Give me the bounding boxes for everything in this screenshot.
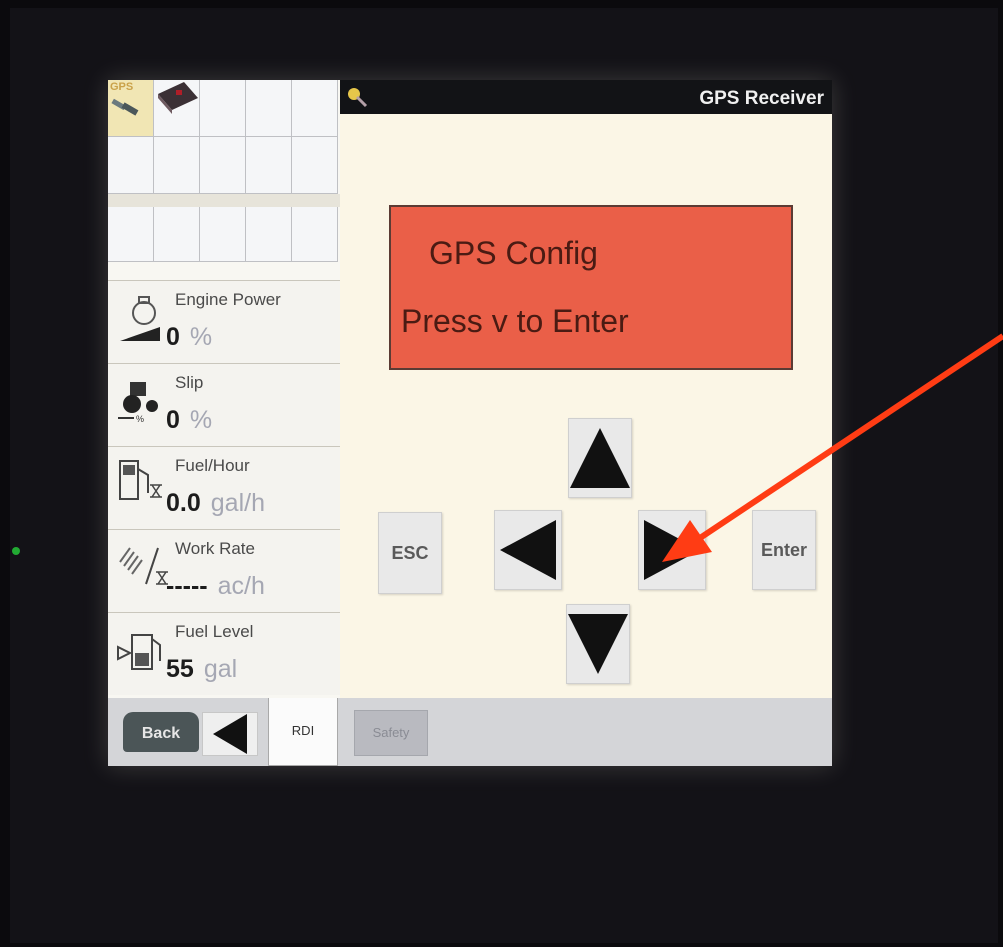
fuel-tank-icon [117,634,161,670]
book-icon[interactable] [154,80,200,137]
tab-safety[interactable]: Safety [354,710,428,756]
metric-slip[interactable]: % Slip 0% [108,363,340,446]
empty-slot[interactable] [292,137,338,194]
message-title: GPS Config [429,235,598,271]
empty-slot[interactable] [108,207,154,262]
metric-label: Fuel Level [175,622,254,641]
tab-rdi[interactable]: RDI [268,698,338,766]
svg-text:%: % [136,414,144,424]
left-panel: GPS Engine Power 0 % % Slip 0 % Fuel/Hou… [108,80,340,698]
right-arrow-button[interactable] [638,510,706,590]
metric-label: Fuel/Hour [175,456,250,475]
enter-button[interactable]: Enter [752,510,816,590]
metric-label: Engine Power [175,290,281,309]
esc-label: ESC [391,542,429,563]
esc-button[interactable]: ESC [378,512,442,594]
empty-slot[interactable] [292,207,338,262]
metric-work-rate[interactable]: Work Rate ----- ac/h [108,529,340,612]
down-arrow-icon [568,614,628,674]
empty-slot[interactable] [200,80,246,137]
metric-value: 0% [166,406,213,434]
metric-value: 0% [166,323,213,351]
up-arrow-button[interactable] [568,418,632,498]
page-title: GPS Receiver [699,88,824,109]
enter-label: Enter [760,539,807,560]
empty-slot[interactable] [108,137,154,194]
empty-slot[interactable] [200,207,246,262]
title-bar: GPS Receiver [340,80,832,114]
gps-receiver-icon[interactable]: GPS [108,80,154,137]
empty-slot[interactable] [246,137,292,194]
work-rate-icon [119,547,168,585]
right-arrow-icon [644,520,700,580]
back-button[interactable]: Back [123,712,199,752]
back-arrow-button[interactable] [202,712,258,756]
metric-value: ----- ac/h [166,572,265,600]
metric-value: 0.0 gal/h [166,489,265,517]
empty-slot[interactable] [292,80,338,137]
main-panel: GPS Receiver GPS Config Press v to Enter… [340,80,832,698]
left-arrow-button[interactable] [494,510,562,590]
empty-slot[interactable] [200,137,246,194]
tractor-slip-icon: % [118,382,158,424]
status-led [12,547,20,555]
empty-slot[interactable] [246,80,292,137]
fuel-pump-icon [119,460,162,500]
message-display: GPS Config Press v to Enter [389,205,793,370]
metric-engine-power[interactable]: Engine Power 0% [108,280,340,363]
metric-value: 55 gal [166,655,238,683]
engine-icon [120,296,160,341]
metric-fuel-level[interactable]: Fuel Level 55 gal [108,612,340,695]
display-screen: GPS Engine Power 0 % % Slip 0 % Fuel/Hou… [108,80,832,766]
key-icon[interactable] [346,86,368,108]
metric-fuel-hour[interactable]: Fuel/Hour 0.0 gal/h [108,446,340,529]
message-instruction: Press v to Enter [401,303,629,339]
bottom-bar: Back RDI Safety [108,698,832,766]
empty-slot[interactable] [246,207,292,262]
empty-slot[interactable] [154,137,200,194]
down-arrow-button[interactable] [566,604,630,684]
up-arrow-icon [570,428,630,488]
left-arrow-icon [500,520,556,580]
left-arrow-icon [213,714,247,754]
metric-label: Work Rate [175,539,255,558]
metric-label: Slip [175,373,204,392]
shortcut-grid-bottom [108,207,338,262]
empty-slot[interactable] [154,207,200,262]
grid-divider [108,194,340,207]
shortcut-grid-top: GPS [108,80,338,194]
